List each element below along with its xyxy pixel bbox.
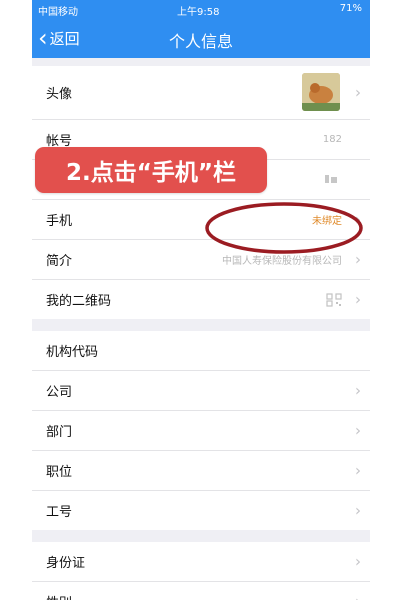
account-value: 182 — [322, 134, 342, 145]
org-code-row[interactable]: 机构代码 — [32, 331, 370, 371]
chevron-right-icon: › — [355, 381, 361, 400]
row-label: 部门 — [46, 425, 73, 440]
id-card-row[interactable]: 身份证 › — [32, 542, 370, 582]
company-row[interactable]: 公司 › — [32, 371, 370, 411]
carrier-label: 中国移动 — [38, 7, 78, 18]
chevron-right-icon: › — [355, 290, 361, 309]
battery-level: 71% — [339, 3, 362, 14]
chevron-right-icon: › — [355, 501, 361, 520]
phone-screen: 中国移动 上午9:58 71% ‹ 返回 个人信息 头像 › 帐号 182 手机… — [32, 0, 370, 600]
row-label: 性别 — [46, 592, 72, 600]
organization-group: 机构代码 公司 › 部门 › 职位 › 工号 › — [32, 331, 370, 530]
chevron-right-icon: › — [355, 83, 361, 102]
qrcode-row[interactable]: 我的二维码 › — [32, 280, 370, 319]
identity-group: 身份证 › 性别 › — [32, 542, 370, 600]
chevron-right-icon: › — [355, 552, 361, 571]
navigation-bar: ‹ 返回 个人信息 — [32, 18, 370, 58]
position-row[interactable]: 职位 › — [32, 451, 370, 491]
row-label: 工号 — [46, 505, 73, 520]
employee-id-row[interactable]: 工号 › — [32, 491, 370, 530]
row-label: 头像 — [46, 87, 73, 102]
page-title: 个人信息 — [168, 32, 233, 51]
row-label: 职位 — [46, 465, 73, 480]
chevron-right-icon: › — [355, 421, 361, 440]
row-label: 手机 — [46, 214, 73, 229]
gender-row[interactable]: 性别 › — [32, 582, 370, 600]
qr-icon — [325, 175, 337, 183]
status-bar: 中国移动 上午9:58 71% — [32, 0, 370, 18]
row-label: 我的二维码 — [46, 294, 112, 309]
row-label: 机构代码 — [46, 345, 99, 360]
row-label: 公司 — [46, 385, 73, 400]
tutorial-callout: 2.点击“手机”栏 — [35, 147, 267, 193]
avatar — [302, 73, 340, 111]
chevron-right-icon: › — [355, 461, 361, 480]
avatar-row[interactable]: 头像 › — [32, 66, 370, 120]
header: 中国移动 上午9:58 71% ‹ 返回 个人信息 — [32, 0, 370, 58]
qr-code-icon — [326, 292, 342, 307]
highlight-ring — [205, 202, 363, 254]
department-row[interactable]: 部门 › — [32, 411, 370, 451]
row-label: 身份证 — [46, 556, 86, 571]
clock: 上午9:58 — [177, 7, 220, 18]
row-label: 简介 — [46, 254, 73, 269]
chevron-right-icon: › — [355, 592, 361, 600]
